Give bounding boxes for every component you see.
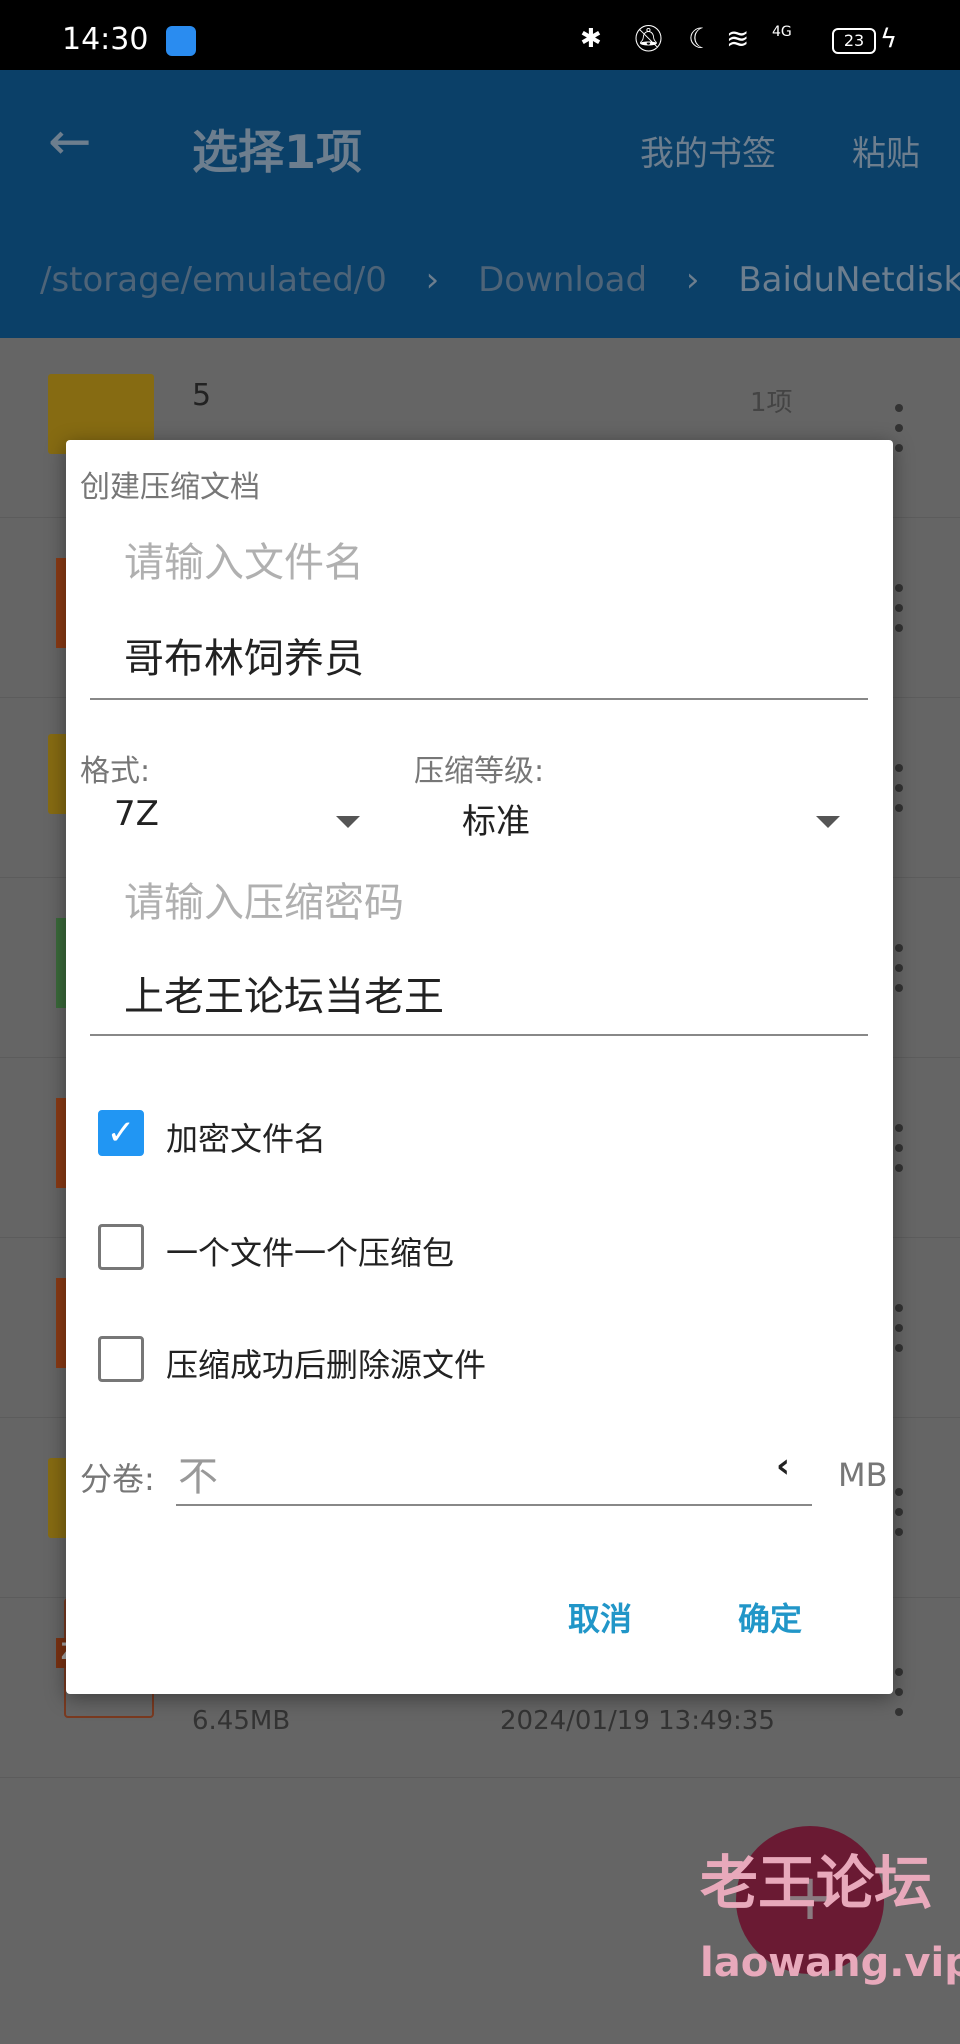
delete-source-checkbox[interactable]: 压缩成功后删除源文件 [98, 1332, 598, 1392]
more-icon[interactable] [895, 584, 903, 644]
bookmarks-button[interactable]: 我的书签 [640, 126, 776, 175]
wifi-icon: ≋ [726, 22, 750, 55]
level-select[interactable]: 标准 [446, 790, 846, 850]
filename-value: 哥布林饲养员 [124, 636, 364, 682]
status-bar: 14:30 ✱ 🔕︎ ☾ ≋ 4G 23 ϟ [0, 0, 960, 70]
app-bar: ← 选择1项 我的书签 粘贴 /storage/emulated/0 › Dow… [0, 70, 960, 338]
more-icon[interactable] [895, 404, 903, 464]
cancel-button[interactable]: 取消 [568, 1594, 632, 1640]
more-icon[interactable] [895, 1488, 903, 1548]
signal-icon: 4G [772, 24, 792, 40]
format-select[interactable]: 7Z [96, 790, 396, 850]
checkbox-label: 加密文件名 [166, 1120, 327, 1158]
checkbox-unchecked-icon [98, 1336, 144, 1382]
format-label: 格式: [80, 754, 151, 789]
breadcrumb-item[interactable]: BaiduNetdisk [738, 260, 960, 300]
password-input[interactable]: 请输入压缩密码 上老王论坛当老王 [90, 860, 868, 1040]
filename-input[interactable]: 请输入文件名 哥布林饲养员 [90, 520, 868, 702]
moon-icon: ☾ [688, 22, 714, 55]
filename-placeholder: 请输入文件名 [124, 540, 364, 586]
one-archive-per-file-checkbox[interactable]: 一个文件一个压缩包 [98, 1220, 598, 1280]
checkbox-checked-icon: ✓ [98, 1110, 144, 1156]
more-icon[interactable] [895, 944, 903, 1004]
breadcrumb: /storage/emulated/0 › Download › BaiduNe… [40, 260, 960, 300]
file-size: 6.45MB [192, 1706, 291, 1736]
back-arrow-icon[interactable]: ← [48, 112, 92, 172]
split-unit: MB [838, 1456, 888, 1494]
password-underline [90, 1034, 868, 1036]
item-count: 1项 [750, 388, 793, 418]
split-label: 分卷: [80, 1460, 155, 1498]
checkbox-unchecked-icon [98, 1224, 144, 1270]
battery-icon: 23 [832, 28, 876, 54]
checkbox-label: 压缩成功后删除源文件 [166, 1346, 487, 1384]
bluetooth-icon: ✱ [580, 24, 602, 54]
level-value: 标准 [462, 802, 530, 842]
encrypt-filename-checkbox[interactable]: ✓ 加密文件名 [98, 1106, 598, 1166]
chevron-right-icon: › [425, 260, 440, 300]
password-value: 上老王论坛当老王 [124, 974, 444, 1020]
watermark-title: 老王论坛 [700, 1849, 933, 1917]
status-time: 14:30 [62, 22, 149, 57]
dialog-title: 创建压缩文档 [80, 470, 260, 505]
more-icon[interactable] [895, 764, 903, 824]
mute-icon: 🔕︎ [632, 24, 666, 54]
create-archive-dialog: 创建压缩文档 请输入文件名 哥布林饲养员 格式: 7Z 压缩等级: 标准 请输入… [66, 440, 893, 1694]
level-label: 压缩等级: [414, 754, 545, 789]
breadcrumb-item[interactable]: /storage/emulated/0 [40, 260, 387, 300]
filename-underline [90, 698, 868, 700]
more-icon[interactable] [895, 1304, 903, 1364]
watermark-url: laowang.vip [700, 1940, 960, 1986]
split-value: 不 [178, 1454, 218, 1500]
split-underline [176, 1504, 812, 1506]
more-icon[interactable] [895, 1124, 903, 1184]
paste-button[interactable]: 粘贴 [852, 126, 920, 175]
chevron-left-icon[interactable]: ‹ [776, 1446, 790, 1486]
split-input[interactable]: 不 ‹ [176, 1440, 812, 1508]
android-notification-icon [166, 26, 196, 56]
page-title: 选择1项 [192, 125, 363, 179]
password-placeholder: 请输入压缩密码 [124, 880, 404, 926]
breadcrumb-item[interactable]: Download [478, 260, 647, 300]
checkbox-label: 一个文件一个压缩包 [166, 1234, 455, 1272]
chevron-right-icon: › [685, 260, 700, 300]
ok-button[interactable]: 确定 [738, 1594, 802, 1640]
dropdown-arrow-icon [816, 816, 840, 828]
format-value: 7Z [114, 794, 159, 834]
dropdown-arrow-icon [336, 816, 360, 828]
file-name: 5 [192, 378, 212, 413]
charging-icon: ϟ [880, 24, 898, 54]
more-icon[interactable] [895, 1668, 903, 1728]
file-date: 2024/01/19 13:49:35 [500, 1706, 775, 1736]
